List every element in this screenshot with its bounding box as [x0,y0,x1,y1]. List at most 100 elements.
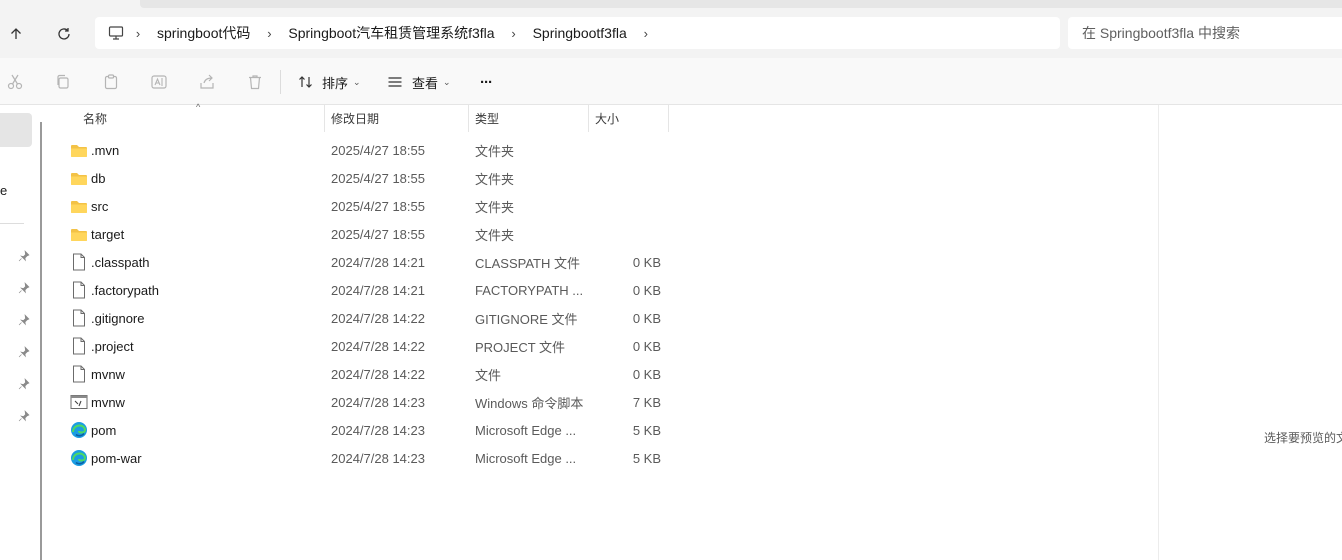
column-header-name[interactable]: 名称 [77,105,324,132]
file-name: mvnw [91,366,125,382]
edge-icon [70,421,88,439]
sidebar-item-label[interactable]: e [0,183,7,198]
breadcrumb-item[interactable]: springboot代码 [151,23,256,43]
file-date: 2025/4/27 18:55 [331,198,425,214]
sort-button[interactable]: 排序 ⌄ [298,70,361,94]
breadcrumb-item[interactable]: Springboot汽车租赁管理系统f3fla [282,23,500,43]
file-row[interactable]: .gitignore 2024/7/28 14:22 GITIGNORE 文件 0 K… [50,304,1158,332]
file-name-cell[interactable]: mvnw [70,388,125,416]
file-row[interactable]: src 2025/4/27 18:55 文件夹 [50,192,1158,220]
edge-icon [70,449,88,467]
refresh-icon[interactable] [50,22,78,46]
file-size: 0 KB [632,282,661,298]
search-input[interactable]: 在 Springbootf3fla 中搜索 [1068,17,1342,49]
file-name-cell[interactable]: .gitignore [70,304,144,332]
sidebar-selected-item[interactable] [0,113,32,147]
file-row[interactable]: .mvn 2025/4/27 18:55 文件夹 [50,136,1158,164]
chevron-down-icon: ⌄ [443,76,451,87]
cut-icon[interactable] [4,71,26,93]
pin-icon[interactable] [18,282,30,294]
file-name-cell[interactable]: pom [70,416,116,444]
delete-icon[interactable] [244,71,266,93]
file-name-cell[interactable]: .factorypath [70,276,159,304]
file-size [590,136,661,164]
file-row[interactable]: mvnw 2024/7/28 14:23 Windows 命令脚本 7 KB [50,388,1158,416]
file-size: 5 KB [632,450,661,466]
column-header-date[interactable]: 修改日期 [325,105,468,132]
file-type: 文件夹 [475,227,515,243]
folder-icon [70,225,88,243]
breadcrumb-chevron-icon[interactable]: › [501,26,527,41]
file-name-cell[interactable]: pom-war [70,444,142,472]
view-label: 查看 [412,75,439,91]
file-name: db [91,170,106,186]
file-date: 2024/7/28 14:23 [331,394,425,410]
pin-icon[interactable] [18,314,30,326]
file-name-cell[interactable]: mvnw [70,360,125,388]
file-name-cell[interactable]: target [70,220,124,248]
file-name: .gitignore [91,310,145,326]
share-icon[interactable] [196,71,218,93]
column-header-type[interactable]: 类型 [469,105,588,132]
rename-icon[interactable] [148,71,170,93]
file-row[interactable]: pom 2024/7/28 14:23 Microsoft Edge ... 5 KB [50,416,1158,444]
column-divider[interactable] [668,105,669,132]
file-date: 2024/7/28 14:22 [331,366,425,382]
file-row[interactable]: .project 2024/7/28 14:22 PROJECT 文件 0 KB [50,332,1158,360]
breadcrumb-chevron-icon[interactable]: › [256,26,282,41]
breadcrumb-item[interactable]: Springbootf3fla [527,25,633,41]
pin-icon[interactable] [18,250,30,262]
file-row[interactable]: pom-war 2024/7/28 14:23 Microsoft Edge ...… [50,444,1158,472]
this-pc-icon[interactable] [107,24,125,42]
file-type: 文件夹 [475,171,515,187]
breadcrumb-chevron-icon[interactable]: › [125,26,151,41]
file-name-cell[interactable]: .project [70,332,134,360]
file-size [590,164,661,192]
file-size: 5 KB [632,422,661,438]
preview-pane-divider [1158,105,1159,560]
file-name-cell[interactable]: .classpath [70,248,150,276]
file-date: 2025/4/27 18:55 [331,170,425,186]
file-name: mvnw [91,394,125,410]
file-size: 7 KB [632,394,661,410]
command-toolbar: 排序 ⌄ 查看 ⌄ ··· [0,58,1342,105]
chevron-down-icon: ⌄ [353,76,361,87]
address-bar[interactable]: › springboot代码 › Springboot汽车租赁管理系统f3fla… [95,17,1060,49]
column-header: 名称 ^ 修改日期 类型 大小 [50,102,1158,132]
sort-icon [299,76,312,88]
pin-icon[interactable] [18,410,30,422]
file-row[interactable]: .classpath 2024/7/28 14:21 CLASSPATH 文件 0 K… [50,248,1158,276]
column-header-size[interactable]: 大小 [589,105,668,132]
file-size: 0 KB [632,254,661,270]
navigation-pane: e [0,105,42,560]
file-name-cell[interactable]: src [70,192,108,220]
file-row[interactable]: mvnw 2024/7/28 14:22 文件 0 KB [50,360,1158,388]
file-date: 2024/7/28 14:23 [331,450,425,466]
copy-icon[interactable] [52,71,74,93]
file-type: CLASSPATH 文件 [475,255,580,271]
file-name-cell[interactable]: db [70,164,105,192]
navigation-bar: › springboot代码 › Springboot汽车租赁管理系统f3fla… [0,10,1342,58]
file-row[interactable]: db 2025/4/27 18:55 文件夹 [50,164,1158,192]
view-button[interactable]: 查看 ⌄ [387,70,451,94]
pin-icon[interactable] [18,346,30,358]
file-name-cell[interactable]: .mvn [70,136,119,164]
file-size: 0 KB [632,338,661,354]
pin-icon[interactable] [18,378,30,390]
file-row[interactable]: target 2025/4/27 18:55 文件夹 [50,220,1158,248]
breadcrumb-chevron-icon[interactable]: › [633,26,659,41]
file-name: .factorypath [91,282,159,298]
up-arrow-icon[interactable] [2,22,30,46]
file-list: .mvn 2025/4/27 18:55 文件夹 db 2025/4/27 18:55 文… [50,136,1158,472]
more-options-button[interactable]: ··· [480,70,493,94]
file-name: src [91,198,109,214]
paste-icon[interactable] [100,71,122,93]
pane-splitter[interactable] [40,122,42,560]
view-icon [388,77,402,87]
file-icon [70,253,88,271]
folder-icon [70,141,88,159]
sort-label: 排序 [322,75,349,91]
file-date: 2024/7/28 14:22 [331,338,425,354]
file-name: pom [91,422,117,438]
file-row[interactable]: .factorypath 2024/7/28 14:21 FACTORYPATH .… [50,276,1158,304]
